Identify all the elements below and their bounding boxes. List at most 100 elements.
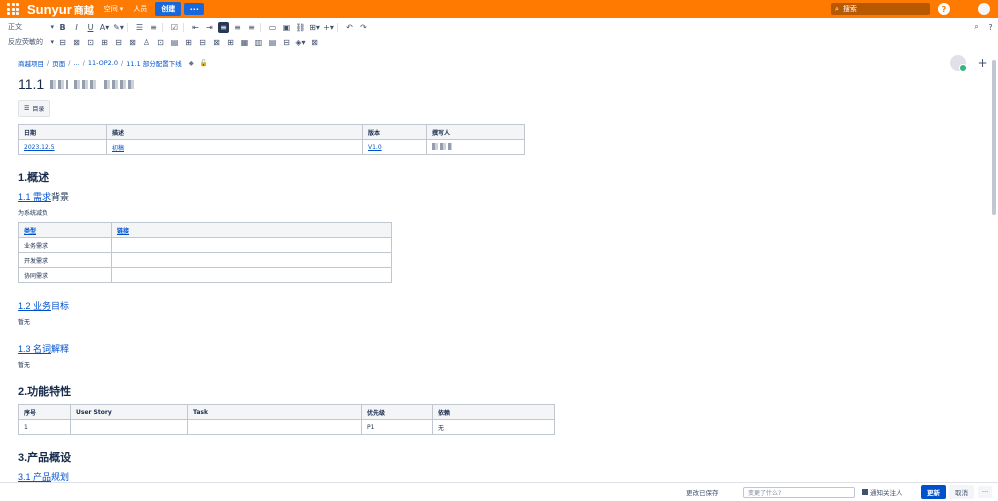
heading-3[interactable]: 3.产品概设 — [18, 449, 988, 465]
bold-icon[interactable]: B — [57, 22, 68, 33]
table-header-row: 类型 链接 — [18, 222, 392, 238]
table-header-row: 序号 User Story Task 优先级 依赖 — [18, 404, 555, 420]
meta-table[interactable]: 日期 描述 版本 撰写人 2023.12.5 初稿 V1.0 — [18, 124, 525, 155]
chevron-down-icon: ▾ — [119, 5, 124, 13]
table-row: 1 P1 无 — [18, 419, 555, 435]
breadcrumb-item[interactable]: 商越项目 — [18, 58, 44, 68]
table-header-row: 日期 描述 版本 撰写人 — [18, 124, 525, 140]
table-op-16-icon[interactable]: ▤ — [267, 37, 278, 48]
table-op-7-icon[interactable]: ♙ — [141, 37, 152, 48]
table-op-12-icon[interactable]: ⊠ — [211, 37, 222, 48]
table-op-1-icon[interactable]: ⊟ — [57, 37, 68, 48]
search-icon: ⌕ — [835, 4, 839, 13]
table-op-15-icon[interactable]: ▥ — [253, 37, 264, 48]
change-comment-input[interactable]: 变更了什么? — [743, 487, 855, 498]
create-more-button[interactable]: ··· — [184, 3, 205, 15]
align-left-icon[interactable]: ≡ — [218, 21, 229, 33]
editor-footer: 更改已保存 变更了什么? 通知关注人 更新 取消 ··· — [0, 482, 998, 501]
table-op-11-icon[interactable]: ⊟ — [197, 37, 208, 48]
breadcrumb-item[interactable]: ... — [73, 59, 79, 67]
format-more-icon[interactable]: ✎▾ — [113, 22, 124, 33]
heading-1-1[interactable]: 1.1 需求背景 — [18, 190, 988, 203]
notify-watchers-checkbox[interactable]: 通知关注人 — [862, 487, 903, 497]
align-right-icon[interactable]: ≡ — [246, 22, 257, 33]
editor-toolbar-row-2: 反应荧敏的 ▾ ⊟ ⊠ ⊡ ⊞ ⊟ ⊠ ♙ ⊡ ▤ ⊞ ⊟ ⊠ ⊞ ▦ ▥ ▤ ⊟… — [0, 35, 998, 49]
cell-color-icon[interactable]: ◈▾ — [295, 37, 306, 48]
logo[interactable]: Sunyur 商越 — [27, 2, 94, 17]
help-icon[interactable]: ? — [938, 3, 950, 15]
breadcrumb-item[interactable]: 11-OP2.0 — [88, 59, 118, 67]
redo-icon[interactable]: ↷ — [358, 22, 369, 33]
numbered-list-icon[interactable]: ≡ — [148, 22, 159, 33]
editor-toolbar-row-1: 正文 ▾ B I U A▾ ✎▾ ☰ ≡ ☑ ⇤ ⇥ ≡ ≡ ≡ ▭ ▣ ⛓ ⊞▾… — [0, 20, 998, 34]
bullet-list-icon[interactable]: ☰ — [134, 22, 145, 33]
table-icon[interactable]: ⊞▾ — [309, 22, 320, 33]
table-op-2-icon[interactable]: ⊠ — [71, 37, 82, 48]
align-center-icon[interactable]: ≡ — [232, 22, 243, 33]
scrollbar[interactable] — [992, 60, 996, 215]
breadcrumb-item[interactable]: 页面 — [52, 58, 65, 68]
indent-icon[interactable]: ⇥ — [204, 22, 215, 33]
paragraph[interactable]: 暂无 — [18, 360, 988, 369]
page-content: 商越项目 / 页面 / .../ 11-OP2.0/ 11.1 部分配置下线 ◆ 🔓… — [18, 58, 988, 497]
table-row: 2023.12.5 初稿 V1.0 — [18, 139, 525, 155]
image-icon[interactable]: ▣ — [281, 22, 292, 33]
heading-1-2[interactable]: 1.2 业务目标 — [18, 299, 988, 312]
table-op-5-icon[interactable]: ⊟ — [113, 37, 124, 48]
language-select[interactable]: 反应荧敏的 ▾ — [8, 37, 54, 47]
paragraph[interactable]: 为系统减负 — [18, 208, 988, 217]
table-op-9-icon[interactable]: ▤ — [169, 37, 180, 48]
chevron-down-icon: ▾ — [50, 38, 54, 46]
table-op-8-icon[interactable]: ⊡ — [155, 37, 166, 48]
delete-table-icon[interactable]: ⊠ — [309, 37, 320, 48]
text-color-icon[interactable]: A▾ — [99, 22, 110, 33]
author-mention[interactable] — [432, 142, 452, 150]
create-button[interactable]: 创建 — [155, 2, 182, 16]
user-avatar[interactable] — [978, 3, 990, 15]
table-op-14-icon[interactable]: ▦ — [239, 37, 250, 48]
paragraph[interactable]: 暂无 — [18, 317, 988, 326]
toc-icon: ☰ — [24, 105, 30, 112]
link-icon[interactable]: ⛓ — [295, 22, 306, 33]
table-op-3-icon[interactable]: ⊡ — [85, 37, 96, 48]
table-op-6-icon[interactable]: ⊠ — [127, 37, 138, 48]
table-op-17-icon[interactable]: ⊟ — [281, 37, 292, 48]
app-switcher-icon[interactable] — [7, 3, 19, 15]
table-op-13-icon[interactable]: ⊞ — [225, 37, 236, 48]
nav-people[interactable]: 人员 — [133, 4, 147, 14]
page-title[interactable]: 11.1 — [18, 76, 988, 92]
features-table[interactable]: 序号 User Story Task 优先级 依赖 1 P1 无 — [18, 404, 555, 435]
search-input[interactable]: ⌕ 搜索 — [831, 3, 930, 15]
nav-spaces[interactable]: 空间 ▾ — [104, 4, 124, 14]
layout-icon[interactable]: ▭ — [267, 22, 278, 33]
task-list-icon[interactable]: ☑ — [169, 22, 180, 33]
top-navigation-bar: Sunyur 商越 空间 ▾ 人员 创建 ··· ⌕ 搜索 ? — [0, 0, 998, 18]
lock-icon[interactable]: 🔓 — [200, 59, 208, 67]
table-op-10-icon[interactable]: ⊞ — [183, 37, 194, 48]
undo-icon[interactable]: ↶ — [344, 22, 355, 33]
table-row: 协同需求 — [18, 267, 392, 283]
table-row: 开发需求 — [18, 252, 392, 268]
heading-1-3[interactable]: 1.3 名词解释 — [18, 342, 988, 355]
more-actions-button[interactable]: ··· — [978, 486, 993, 498]
find-icon[interactable]: ⌕ — [971, 22, 982, 33]
chevron-down-icon: ▾ — [50, 23, 54, 31]
toc-macro[interactable]: ☰ 目录 — [18, 100, 51, 117]
table-op-4-icon[interactable]: ⊞ — [99, 37, 110, 48]
underline-icon[interactable]: U — [85, 22, 96, 33]
table-row: 业务需求 — [18, 237, 392, 253]
requirements-table[interactable]: 类型 链接 业务需求 开发需求 协同需求 — [18, 222, 392, 283]
heading-2[interactable]: 2.功能特性 — [18, 383, 988, 399]
insert-icon[interactable]: +▾ — [323, 22, 334, 33]
label-icon[interactable]: ◆ — [189, 59, 194, 67]
outdent-icon[interactable]: ⇤ — [190, 22, 201, 33]
cancel-button[interactable]: 取消 — [949, 485, 974, 499]
heading-1[interactable]: 1.概述 — [18, 169, 988, 185]
help-circle-icon[interactable]: ? — [985, 22, 996, 33]
breadcrumb: 商越项目 / 页面 / .../ 11-OP2.0/ 11.1 部分配置下线 ◆ 🔓 — [18, 58, 208, 68]
italic-icon[interactable]: I — [71, 22, 82, 33]
checkbox-icon — [862, 489, 868, 495]
breadcrumb-item[interactable]: 11.1 部分配置下线 — [126, 58, 182, 68]
text-style-select[interactable]: 正文 ▾ — [8, 22, 54, 32]
update-button[interactable]: 更新 — [921, 485, 946, 499]
